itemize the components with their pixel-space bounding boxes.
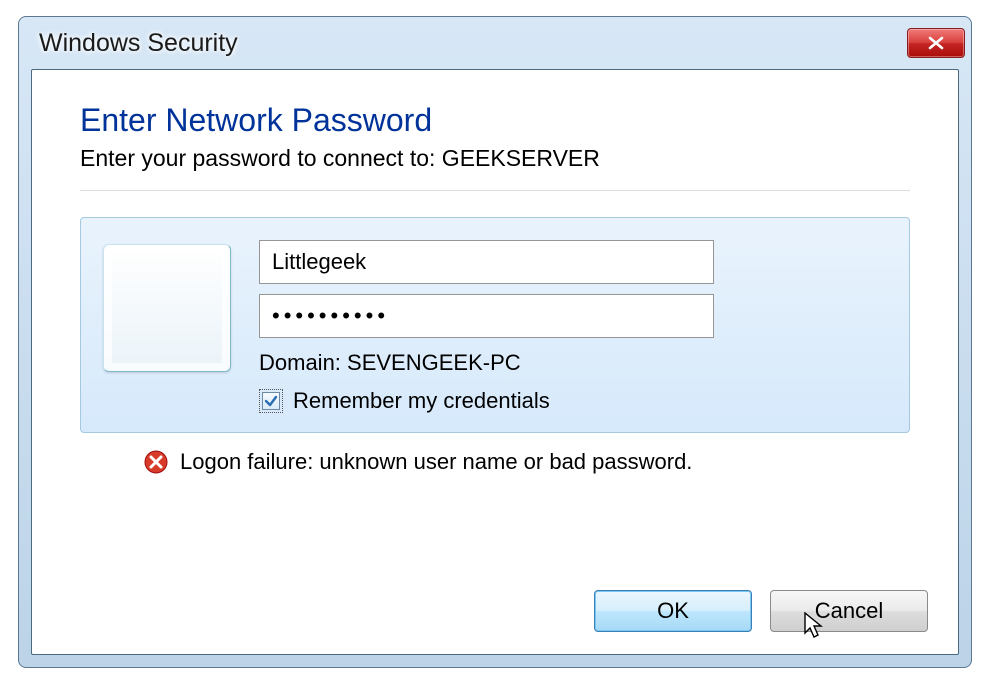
button-row: OK Cancel	[594, 590, 928, 632]
divider	[80, 190, 910, 191]
dialog-window: Windows Security Enter Network Password …	[18, 16, 972, 668]
cancel-button-label: Cancel	[815, 598, 883, 624]
remember-label: Remember my credentials	[293, 388, 550, 414]
user-avatar	[103, 244, 231, 372]
ok-button[interactable]: OK	[594, 590, 752, 632]
close-icon	[927, 36, 945, 50]
cancel-button[interactable]: Cancel	[770, 590, 928, 632]
error-icon	[144, 450, 168, 474]
remember-checkbox[interactable]	[259, 389, 283, 413]
titlebar[interactable]: Windows Security	[19, 17, 971, 69]
error-row: Logon failure: unknown user name or bad …	[144, 449, 910, 475]
password-input[interactable]	[259, 294, 714, 338]
credential-fields: Domain: SEVENGEEK-PC Remember my credent…	[259, 240, 887, 414]
close-button[interactable]	[907, 28, 965, 58]
remember-row: Remember my credentials	[259, 388, 887, 414]
checkmark-icon	[264, 394, 278, 408]
main-heading: Enter Network Password	[80, 102, 910, 139]
error-message: Logon failure: unknown user name or bad …	[180, 449, 692, 475]
username-input[interactable]	[259, 240, 714, 284]
sub-heading: Enter your password to connect to: GEEKS…	[80, 145, 910, 172]
ok-button-label: OK	[657, 598, 689, 624]
credential-tile[interactable]: Domain: SEVENGEEK-PC Remember my credent…	[80, 217, 910, 433]
dialog-client-area: Enter Network Password Enter your passwo…	[31, 69, 959, 655]
window-title: Windows Security	[39, 29, 238, 58]
domain-label: Domain: SEVENGEEK-PC	[259, 350, 887, 376]
